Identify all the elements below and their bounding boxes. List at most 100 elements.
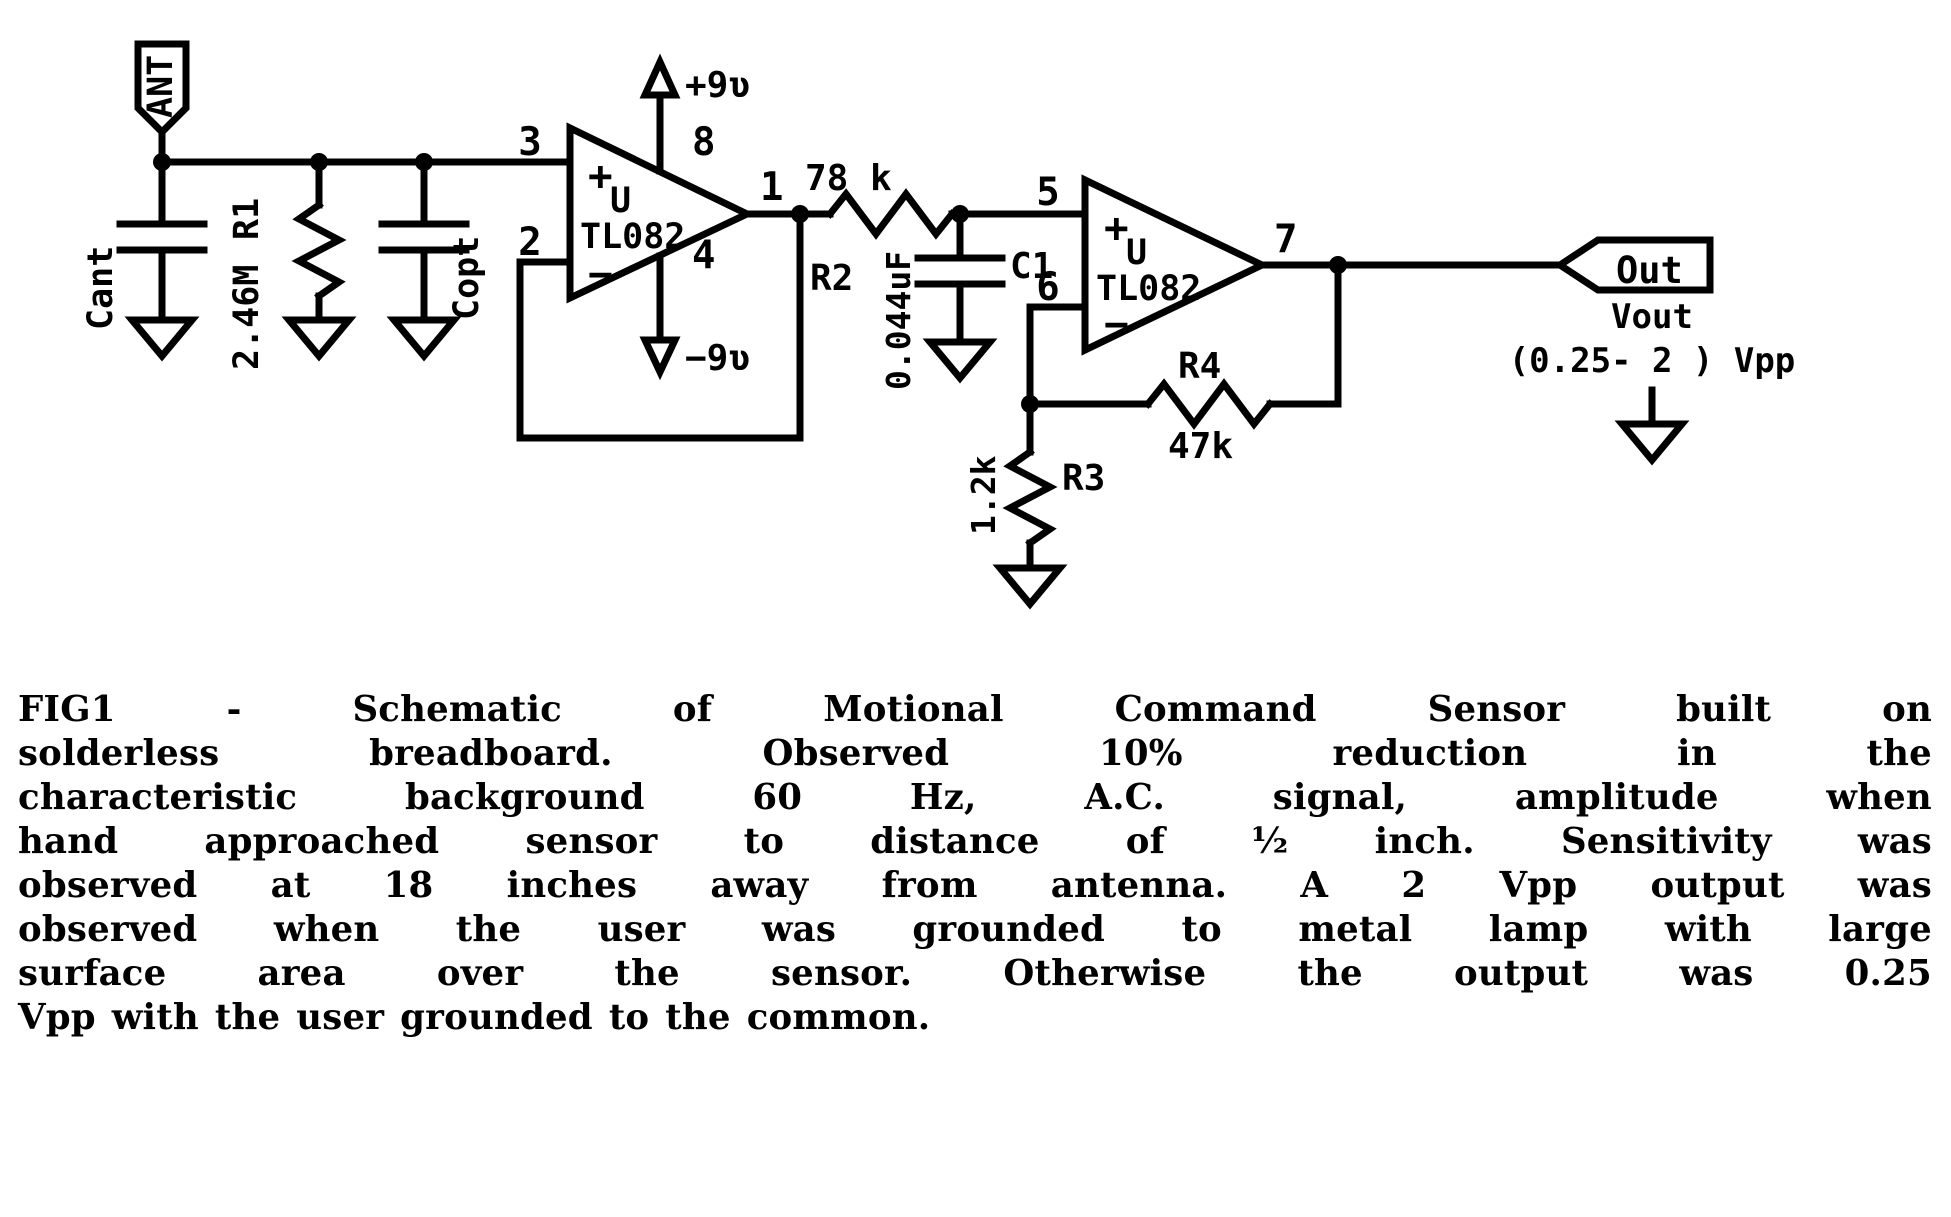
caption-word: metal — [1298, 909, 1413, 950]
caption-word: solderless — [18, 733, 220, 774]
caption-word: 0.25 — [1844, 953, 1932, 994]
caption-word: of — [672, 689, 713, 730]
caption-word: inch. — [1374, 821, 1475, 862]
caption-word: sensor — [525, 821, 658, 862]
caption-line: characteristic background 60 Hz, A.C. signal,… — [18, 776, 1932, 820]
caption-word: distance — [870, 821, 1040, 862]
caption-word: the — [455, 909, 522, 950]
caption-word: reduction — [1332, 733, 1528, 774]
caption-word: with — [1664, 909, 1752, 950]
caption-word: characteristic — [18, 777, 298, 818]
caption-word: user — [296, 997, 385, 1038]
caption-word: the — [1297, 953, 1363, 994]
caption-word: 60 — [752, 777, 803, 818]
caption-line: surface area over the sensor. Otherwise the out… — [18, 952, 1932, 996]
caption-word: area — [257, 953, 346, 994]
caption-word: with — [111, 997, 199, 1038]
cant-capacitor-symbol — [116, 158, 208, 362]
caption-word: was — [1679, 953, 1754, 994]
caption-word: Command — [1114, 689, 1317, 730]
caption-word: FIG1 — [18, 689, 116, 730]
caption-word: 10% — [1098, 733, 1183, 774]
opamp2-pin7-label: 7 — [1274, 217, 1297, 262]
caption-word: A — [1300, 865, 1329, 906]
caption-word: Vpp — [1499, 865, 1578, 906]
caption-word: surface — [18, 953, 167, 994]
figure-page: ANT Cant R1 2.46M Copt 3 2 8 4 1 + U TL0… — [0, 0, 1951, 1217]
copt-label: Copt — [447, 236, 487, 320]
opamp2-minus-symbol: − — [1104, 300, 1129, 348]
caption-word: when — [273, 909, 380, 950]
caption-word: from — [881, 865, 978, 906]
caption-word: A.C. — [1084, 777, 1166, 818]
caption-word: user — [597, 909, 686, 950]
caption-word: when — [1826, 777, 1932, 818]
caption-word: to — [1181, 909, 1222, 950]
figure-caption: FIG1 - Schematic of Motional Command Sensor bui… — [18, 688, 1938, 1040]
opamp1-pin4-label: 4 — [692, 233, 715, 278]
caption-word: breadboard. — [369, 733, 613, 774]
caption-word: in — [1677, 733, 1717, 774]
caption-word: amplitude — [1514, 777, 1719, 818]
caption-word: of — [1125, 821, 1166, 862]
caption-word: common. — [746, 997, 931, 1038]
caption-word: Otherwise — [1003, 953, 1207, 994]
caption-word: at — [270, 865, 311, 906]
c1-value-label: 0.044uF — [879, 251, 918, 390]
caption-word: on — [1882, 689, 1932, 730]
caption-word: built — [1676, 689, 1772, 730]
caption-word: Motional — [823, 689, 1004, 730]
caption-word: the — [665, 997, 731, 1038]
caption-word: over — [436, 953, 524, 994]
opamp1-plus-symbol: + — [588, 152, 613, 200]
caption-word: ½ — [1251, 821, 1289, 862]
caption-word: to — [608, 997, 650, 1038]
c1-capacitor-symbol — [914, 210, 1006, 384]
output-ground-symbol — [1614, 386, 1690, 466]
caption-word: 18 — [383, 865, 434, 906]
output-port-label: Out — [1616, 249, 1683, 292]
caption-word: inches — [506, 865, 638, 906]
caption-word: Vpp — [18, 997, 96, 1038]
caption-word: to — [743, 821, 785, 862]
opamp2-prefix-label: U — [1126, 233, 1147, 273]
supply-negative-label: −9ʋ — [685, 338, 750, 379]
vout-label: Vout — [1611, 297, 1693, 337]
vout-range-label: (0.25- 2 ) Vpp — [1509, 341, 1796, 381]
caption-word: approached — [204, 821, 440, 862]
caption-word: the — [1866, 733, 1932, 774]
r3-resistor-symbol — [992, 400, 1068, 610]
opamp1-pin2-label: 2 — [518, 220, 541, 265]
r1-ref-label: R1 — [227, 198, 267, 240]
antenna-label: ANT — [141, 55, 181, 118]
caption-word: the — [214, 997, 281, 1038]
caption-word: 2 — [1401, 865, 1427, 906]
caption-word: background — [404, 777, 645, 818]
r4-value-label: 47k — [1168, 426, 1233, 467]
caption-word: the — [614, 953, 680, 994]
caption-word: - — [226, 689, 242, 730]
caption-word: was — [1857, 865, 1932, 906]
caption-word: observed — [18, 865, 198, 906]
caption-word: was — [1857, 821, 1932, 862]
schematic-diagram: ANT Cant R1 2.46M Copt 3 2 8 4 1 + U TL0… — [0, 0, 1951, 640]
cant-label: Cant — [81, 246, 121, 330]
caption-word: Hz, — [909, 777, 977, 818]
caption-line: solderless breadboard. Observed 10% reductio… — [18, 732, 1932, 776]
opamp2-pin5-label: 5 — [1036, 170, 1059, 215]
caption-word: Sensor — [1427, 689, 1566, 730]
schematic-svg: ANT Cant R1 2.46M Copt 3 2 8 4 1 + U TL0… — [81, 40, 1796, 610]
caption-word: away — [710, 865, 809, 906]
caption-word: output — [1454, 953, 1589, 994]
r1-resistor-symbol — [281, 158, 357, 362]
opamp1-pin1-label: 1 — [760, 165, 783, 210]
caption-line: observed at 18 inches away from antenna. A 2 Vpp o… — [18, 864, 1932, 908]
caption-word: observed — [18, 909, 198, 950]
caption-word: large — [1828, 909, 1932, 950]
r3-ref-label: R3 — [1062, 458, 1105, 499]
caption-word: Observed — [762, 733, 950, 774]
caption-word: antenna. — [1050, 865, 1228, 906]
caption-word: hand — [18, 821, 119, 862]
opamp2-pin6-label: 6 — [1036, 265, 1059, 310]
caption-word: Sensitivity — [1560, 821, 1772, 862]
